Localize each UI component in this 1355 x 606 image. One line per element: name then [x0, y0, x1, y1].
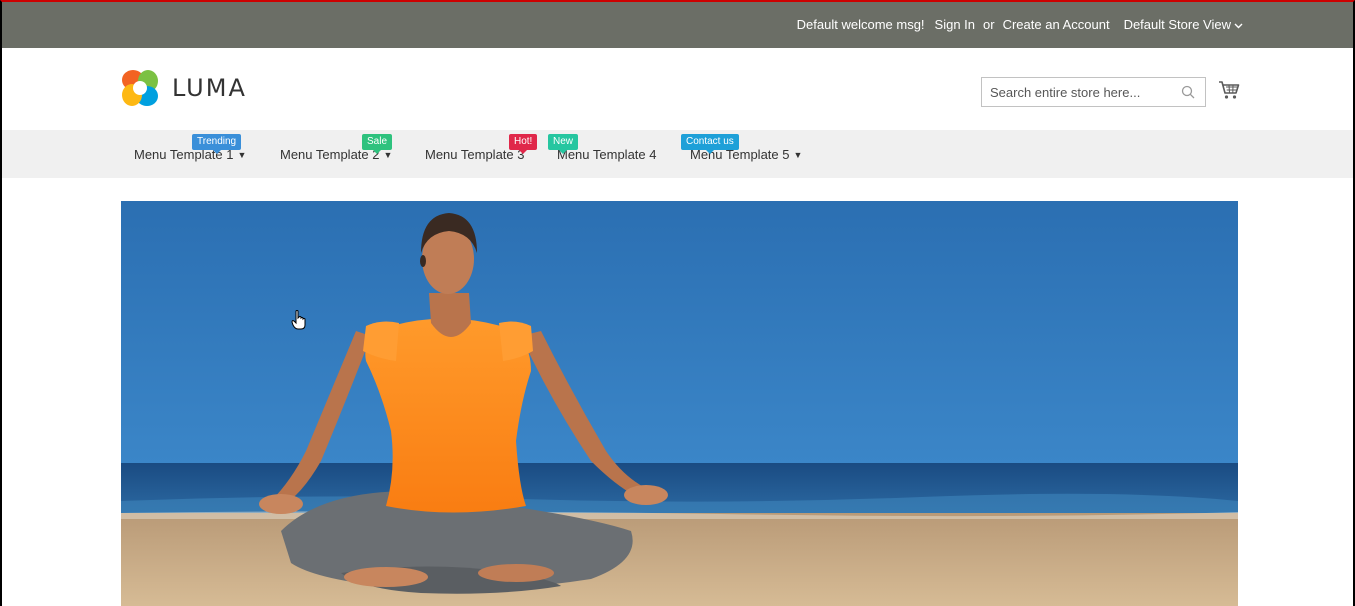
badge-contact-us: Contact us: [681, 134, 739, 154]
logo[interactable]: LUMA: [120, 68, 247, 108]
nav-item-menu-template-3[interactable]: Hot! Menu Template 3: [425, 134, 538, 162]
search-box: [981, 77, 1206, 107]
search-input[interactable]: [982, 78, 1172, 106]
store-view-label: Default Store View: [1123, 16, 1231, 32]
badge-trending: Trending: [192, 134, 242, 154]
badge-new: New: [548, 134, 579, 154]
logo-text: LUMA: [172, 74, 247, 102]
caret-down-icon: ▼: [237, 150, 247, 160]
search-icon[interactable]: [1181, 85, 1195, 99]
header-links: Default welcome msg! Sign In or Create a…: [789, 0, 1243, 48]
caret-down-icon: ▼: [793, 150, 803, 160]
hero-banner[interactable]: [121, 201, 1238, 606]
welcome-message: Default welcome msg!: [796, 16, 925, 32]
cart-icon[interactable]: [1218, 80, 1240, 100]
luma-logo-icon: [120, 68, 160, 108]
create-account-link[interactable]: Create an Account: [1003, 17, 1110, 32]
chevron-down-icon: [1234, 21, 1243, 32]
caret-down-icon: ▼: [383, 150, 393, 160]
store-switcher[interactable]: Default Store View: [1124, 17, 1243, 32]
hero-image-woman-meditating-on-beach: [121, 201, 1238, 606]
nav-item-menu-template-2[interactable]: Sale Menu Template 2 ▼: [280, 134, 393, 162]
hand-cursor-icon: [291, 310, 307, 330]
nav-item-menu-template-5[interactable]: Contact us Menu Template 5 ▼: [681, 134, 803, 162]
badge-sale: Sale: [362, 134, 393, 154]
or-separator: or: [983, 16, 995, 32]
nav-item-menu-template-1[interactable]: Trending Menu Template 1 ▼: [134, 134, 247, 162]
sign-in-link[interactable]: Sign In: [935, 17, 975, 32]
nav-item-menu-template-4[interactable]: New Menu Template 4: [548, 134, 657, 162]
header: LUMA: [0, 48, 1355, 130]
top-bar: Default welcome msg! Sign In or Create a…: [0, 0, 1355, 48]
badge-hot: Hot!: [509, 134, 538, 154]
main-navigation: Trending Menu Template 1 ▼ Sale Menu Temp…: [0, 130, 1355, 178]
